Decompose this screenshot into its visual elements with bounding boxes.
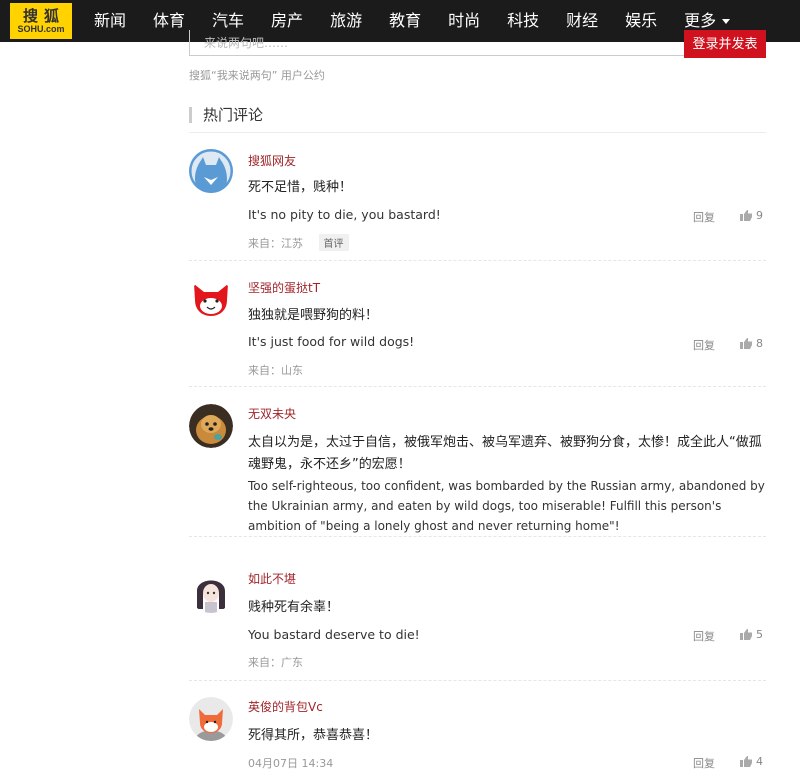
reply-button[interactable]: 回复 xyxy=(693,628,715,644)
comment-input-placeholder: 来说两句吧…… xyxy=(204,36,289,50)
comment-item: 如此不堪 贱种死有余辜！ You bastard deserve to die!… xyxy=(189,536,766,681)
reply-button[interactable]: 回复 xyxy=(693,755,715,771)
comment-username[interactable]: 搜狐网友 xyxy=(248,152,296,169)
comment-item: 搜狐网友 死不足惜，贱种！ It's no pity to die, you b… xyxy=(189,132,766,261)
hot-comments-header: 热门评论 xyxy=(189,104,766,133)
like-button[interactable]: 9 xyxy=(740,209,763,222)
like-count: 9 xyxy=(756,209,763,222)
first-comment-badge: 首评 xyxy=(318,234,349,251)
nav-item-news[interactable]: 新闻 xyxy=(94,0,126,42)
thumbs-up-icon xyxy=(740,338,752,349)
comment-text: 贱种死有余辜！ xyxy=(248,600,340,615)
anime-girl-avatar-icon xyxy=(189,569,233,613)
comment-time: 04月07日 14:34 xyxy=(248,757,334,770)
comment-text: 死不足惜，贱种！ xyxy=(248,180,353,195)
comment-item: 坚强的蛋挞tT 独独就是喂野狗的料！ It's just food for wi… xyxy=(189,260,766,387)
like-button[interactable]: 4 xyxy=(740,755,763,768)
comment-username[interactable]: 无双未央 xyxy=(248,405,296,422)
section-accent-bar xyxy=(189,107,192,123)
avatar[interactable] xyxy=(189,149,233,193)
login-submit-button[interactable]: 登录并发表 xyxy=(684,30,766,58)
logo-domain: SOHU.com xyxy=(17,24,65,34)
thumbs-up-icon xyxy=(740,629,752,640)
comment-username[interactable]: 如此不堪 xyxy=(248,570,296,587)
user-agreement-link[interactable]: 搜狐“我来说两句” 用户公约 xyxy=(189,67,325,83)
section-title: 热门评论 xyxy=(203,106,264,124)
comment-item: 无双未央 太自以为是，太过于自信，被俄军炮击、被乌军遗弃、被野狗分食，太惨！成全… xyxy=(189,386,766,537)
like-button[interactable]: 5 xyxy=(740,628,763,641)
dog-photo-avatar-icon xyxy=(189,404,233,448)
comment-username[interactable]: 坚强的蛋挞tT xyxy=(248,279,320,296)
comment-text: 死得其所，恭喜恭喜！ xyxy=(248,728,379,743)
comment-input[interactable]: 来说两句吧…… xyxy=(189,30,685,56)
comment-meta: 来自：江苏 首评 xyxy=(248,234,349,251)
default-avatar-icon xyxy=(189,149,233,193)
thumbs-up-icon xyxy=(740,756,752,767)
logo-text: 搜狐 xyxy=(22,7,65,25)
comment-text: 独独就是喂野狗的料！ xyxy=(248,308,379,323)
comment-username[interactable]: 英俊的背包Vc xyxy=(248,698,323,715)
comment-item: 英俊的背包Vc 死得其所，恭喜恭喜！ 04月07日 14:34 回复 4 xyxy=(189,680,766,777)
fox-mascot-avatar-icon xyxy=(189,697,233,741)
like-count: 5 xyxy=(756,628,763,641)
sohu-logo[interactable]: 搜狐 SOHU.com xyxy=(10,3,72,39)
comment-location: 来自：广东 xyxy=(248,656,303,669)
nav-item-sports[interactable]: 体育 xyxy=(153,0,185,42)
like-button[interactable]: 8 xyxy=(740,337,763,350)
caret-down-icon xyxy=(722,18,731,24)
fox-avatar-icon xyxy=(189,278,233,322)
reply-button[interactable]: 回复 xyxy=(693,337,715,353)
avatar[interactable] xyxy=(189,697,233,741)
reply-button[interactable]: 回复 xyxy=(693,209,715,225)
comment-translation: Too self-righteous, too confident, was b… xyxy=(248,479,765,533)
comment-location: 来自：江苏 xyxy=(248,237,303,250)
avatar[interactable] xyxy=(189,404,233,448)
comment-location: 来自：山东 xyxy=(248,364,303,377)
comment-text: 太自以为是，太过于自信，被俄军炮击、被乌军遗弃、被野狗分食，太惨！成全此人“做孤… xyxy=(248,435,762,472)
comment-translation: It's just food for wild dogs! xyxy=(248,334,415,349)
like-count: 8 xyxy=(756,337,763,350)
avatar[interactable] xyxy=(189,278,233,322)
comment-translation: It's no pity to die, you bastard! xyxy=(248,207,441,222)
comment-translation: You bastard deserve to die! xyxy=(248,627,420,642)
avatar[interactable] xyxy=(189,569,233,613)
like-count: 4 xyxy=(756,755,763,768)
thumbs-up-icon xyxy=(740,210,752,221)
